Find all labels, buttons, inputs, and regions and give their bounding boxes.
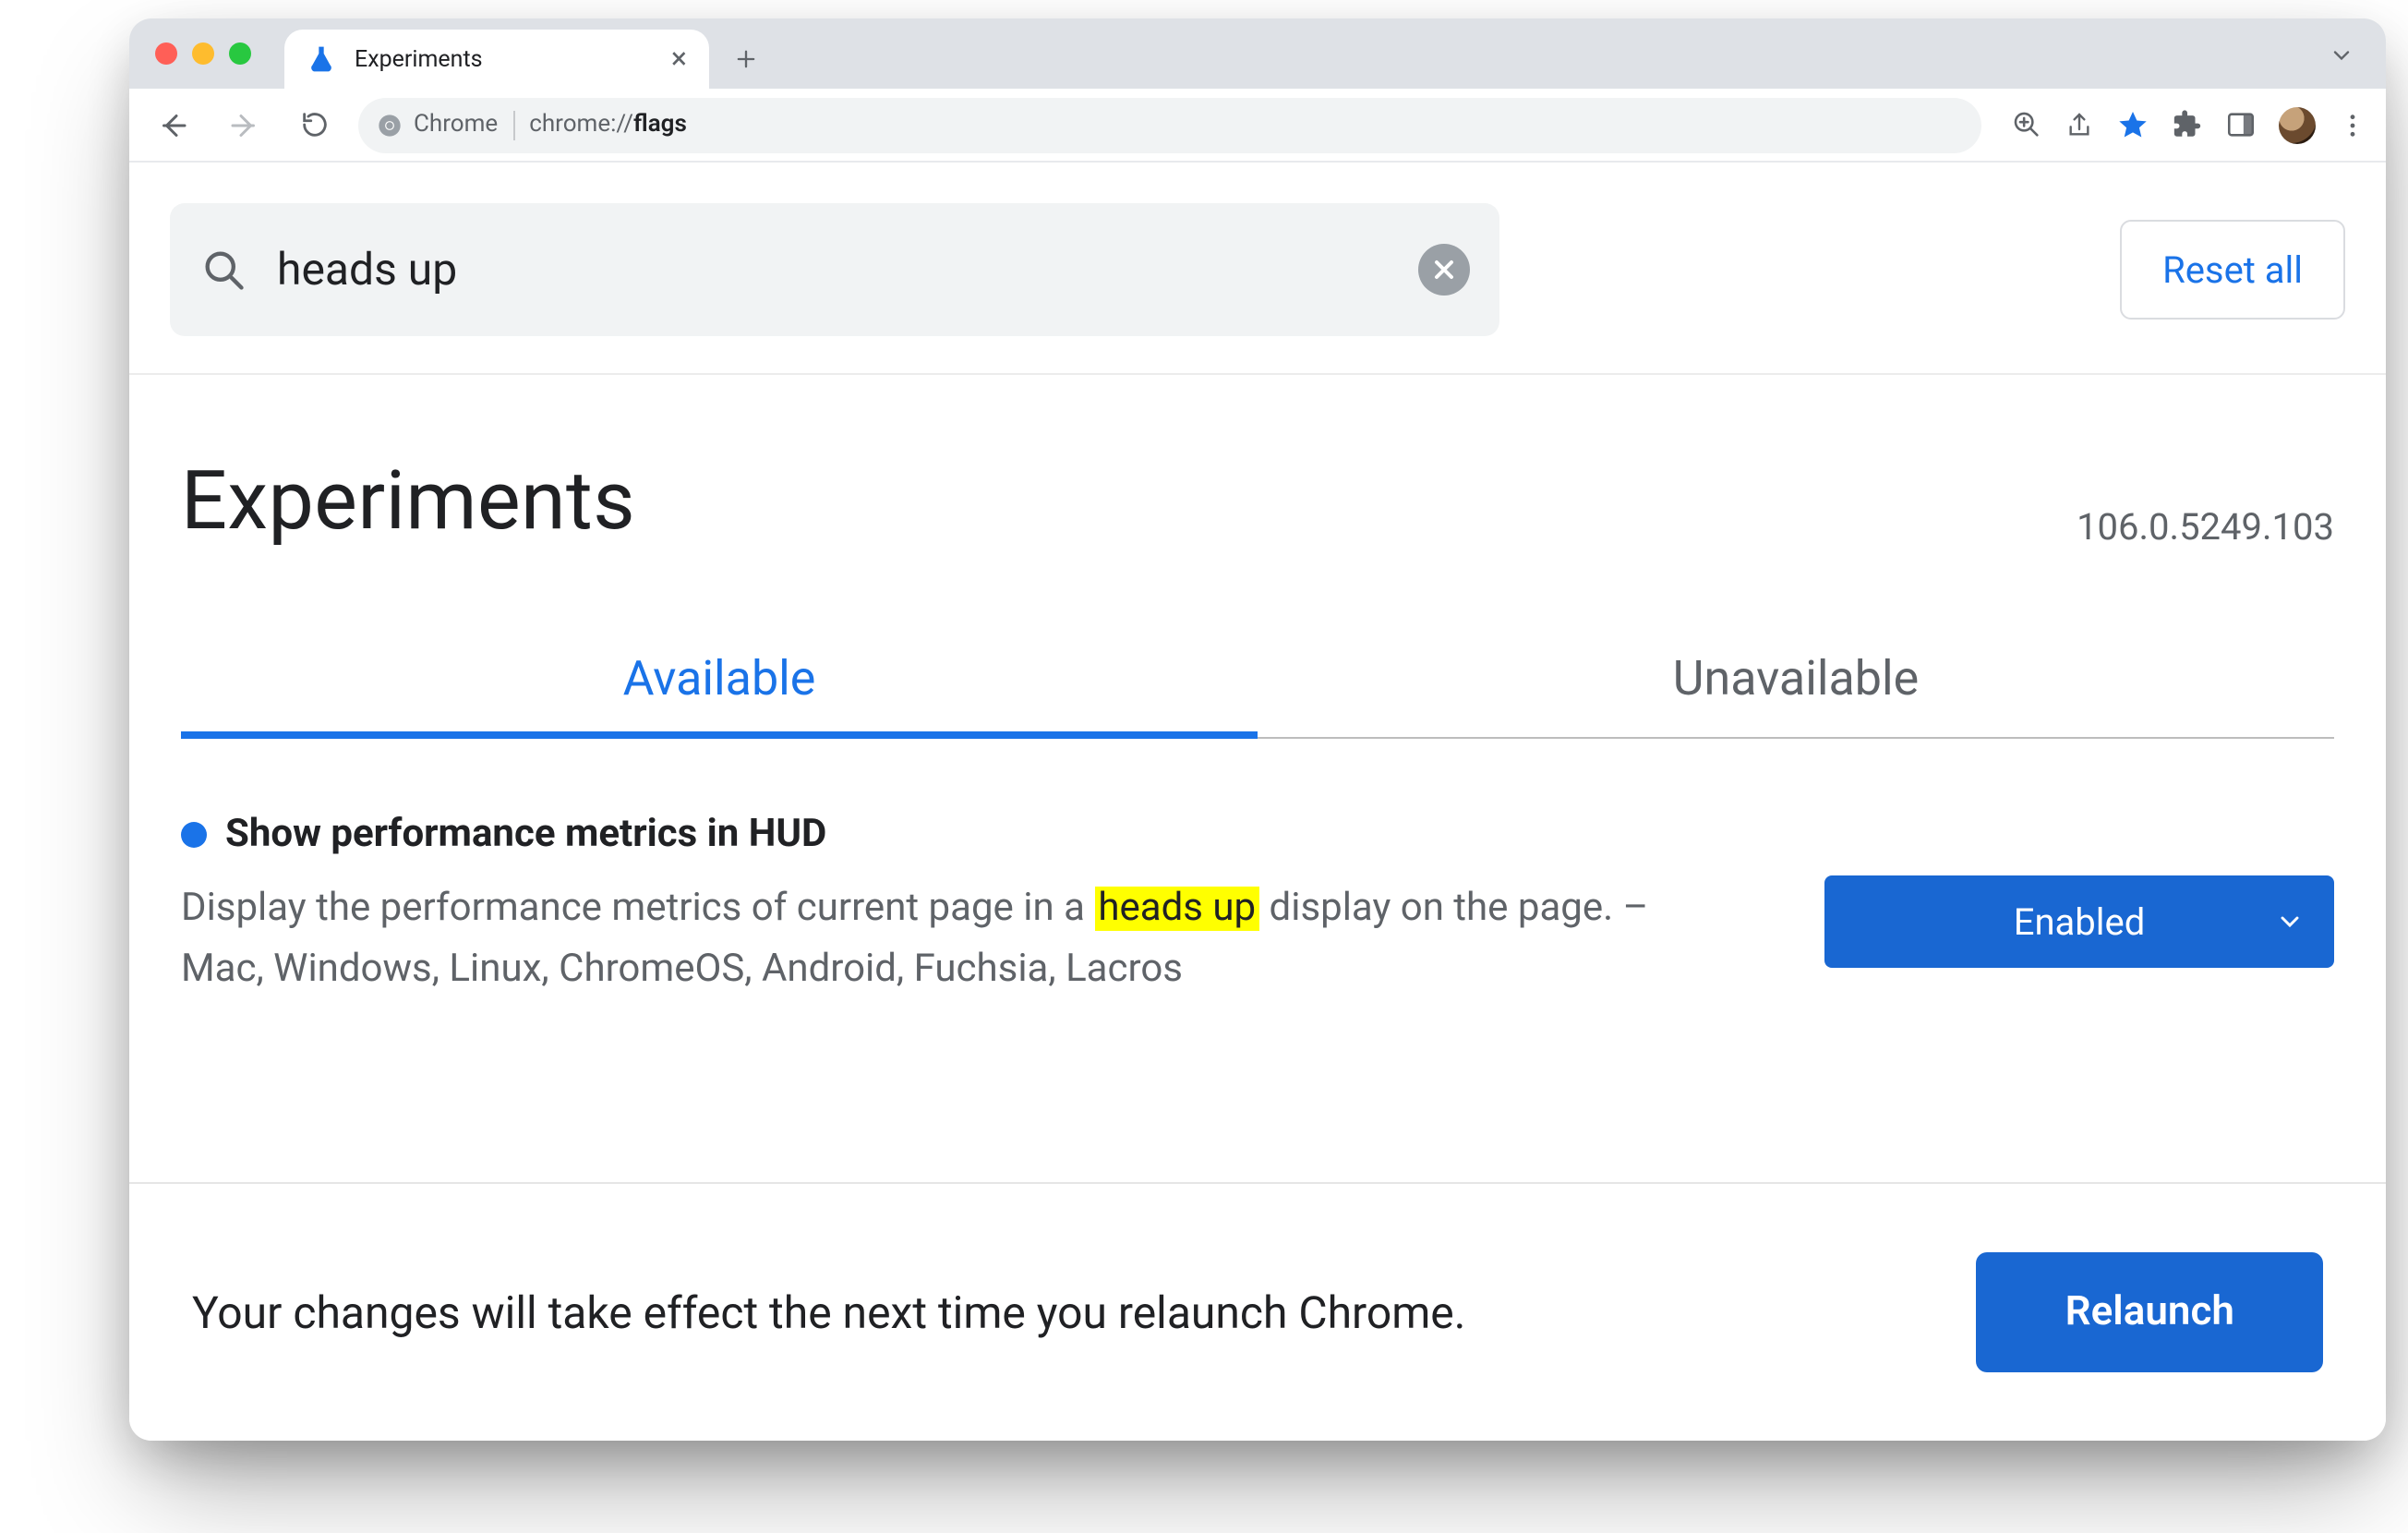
new-tab-button[interactable]	[720, 33, 772, 85]
tab-unavailable[interactable]: Unavailable	[1258, 634, 2334, 737]
tab-available[interactable]: Available	[181, 634, 1258, 737]
browser-tab-experiments[interactable]: Experiments ×	[284, 30, 709, 89]
address-scheme: chrome://	[529, 111, 633, 139]
relaunch-button[interactable]: Relaunch	[1977, 1252, 2323, 1372]
tab-title: Experiments	[355, 45, 483, 73]
address-prefix: Chrome	[414, 111, 498, 139]
clear-search-button[interactable]	[1418, 244, 1470, 296]
flag-title-text: Show performance metrics in HUD	[225, 813, 826, 857]
chrome-version: 106.0.5249.103	[2077, 504, 2334, 549]
relaunch-bar: Your changes will take effect the next t…	[129, 1182, 2386, 1441]
toolbar-actions	[2011, 106, 2367, 143]
tab-strip: Experiments ×	[129, 18, 2386, 89]
modified-dot-icon	[181, 822, 207, 848]
flag-state-select[interactable]: Enabled	[1824, 875, 2334, 968]
side-panel-icon[interactable]	[2225, 109, 2257, 140]
page-title: Experiments	[181, 453, 635, 549]
flags-tabs: Available Unavailable	[181, 634, 2334, 739]
flags-search-box[interactable]	[170, 203, 1499, 336]
chrome-logo-icon	[377, 112, 403, 138]
zoom-icon[interactable]	[2011, 109, 2042, 140]
address-divider	[512, 110, 514, 139]
share-icon[interactable]	[2065, 110, 2094, 139]
heading-row: Experiments 106.0.5249.103	[129, 375, 2386, 549]
search-row: Reset all	[129, 163, 2386, 375]
flag-description: Display the performance metrics of curre…	[181, 879, 1695, 999]
relaunch-message: Your changes will take effect the next t…	[192, 1286, 1465, 1338]
back-button[interactable]	[148, 99, 199, 151]
window-zoom-dot[interactable]	[229, 42, 251, 65]
close-icon[interactable]: ×	[671, 44, 687, 74]
tab-overflow-icon[interactable]	[2316, 30, 2367, 81]
browser-window: Experiments ×	[129, 18, 2386, 1441]
address-path: flags	[633, 111, 687, 139]
flag-info: Show performance metrics in HUD Display …	[181, 813, 1751, 999]
flag-desc-before: Display the performance metrics of curre…	[181, 887, 1094, 931]
browser-toolbar: Chrome chrome://flags	[129, 89, 2386, 163]
window-close-dot[interactable]	[155, 42, 177, 65]
window-minimize-dot[interactable]	[192, 42, 214, 65]
address-text: chrome://flags	[529, 111, 687, 139]
site-chip: Chrome	[377, 111, 498, 139]
page-content: Reset all Experiments 106.0.5249.103 Ava…	[129, 163, 2386, 1441]
reload-button[interactable]	[288, 99, 340, 151]
extensions-icon[interactable]	[2172, 109, 2203, 140]
forward-button[interactable]	[218, 99, 270, 151]
flags-search-input[interactable]	[273, 242, 1392, 297]
flask-icon	[307, 44, 336, 74]
kebab-menu-icon[interactable]	[2338, 110, 2367, 139]
window-controls	[148, 18, 262, 89]
reset-all-button[interactable]: Reset all	[2120, 220, 2345, 320]
flag-title: Show performance metrics in HUD	[181, 813, 1751, 857]
flag-state-value: Enabled	[2014, 899, 2146, 944]
flag-row: Show performance metrics in HUD Display …	[129, 739, 2386, 1051]
profile-avatar-icon[interactable]	[2279, 106, 2316, 143]
search-highlight: heads up	[1094, 887, 1259, 931]
address-bar[interactable]: Chrome chrome://flags	[358, 97, 1981, 152]
bookmark-star-icon[interactable]	[2116, 108, 2149, 141]
search-icon	[199, 246, 247, 294]
chevron-down-icon	[2275, 907, 2305, 936]
